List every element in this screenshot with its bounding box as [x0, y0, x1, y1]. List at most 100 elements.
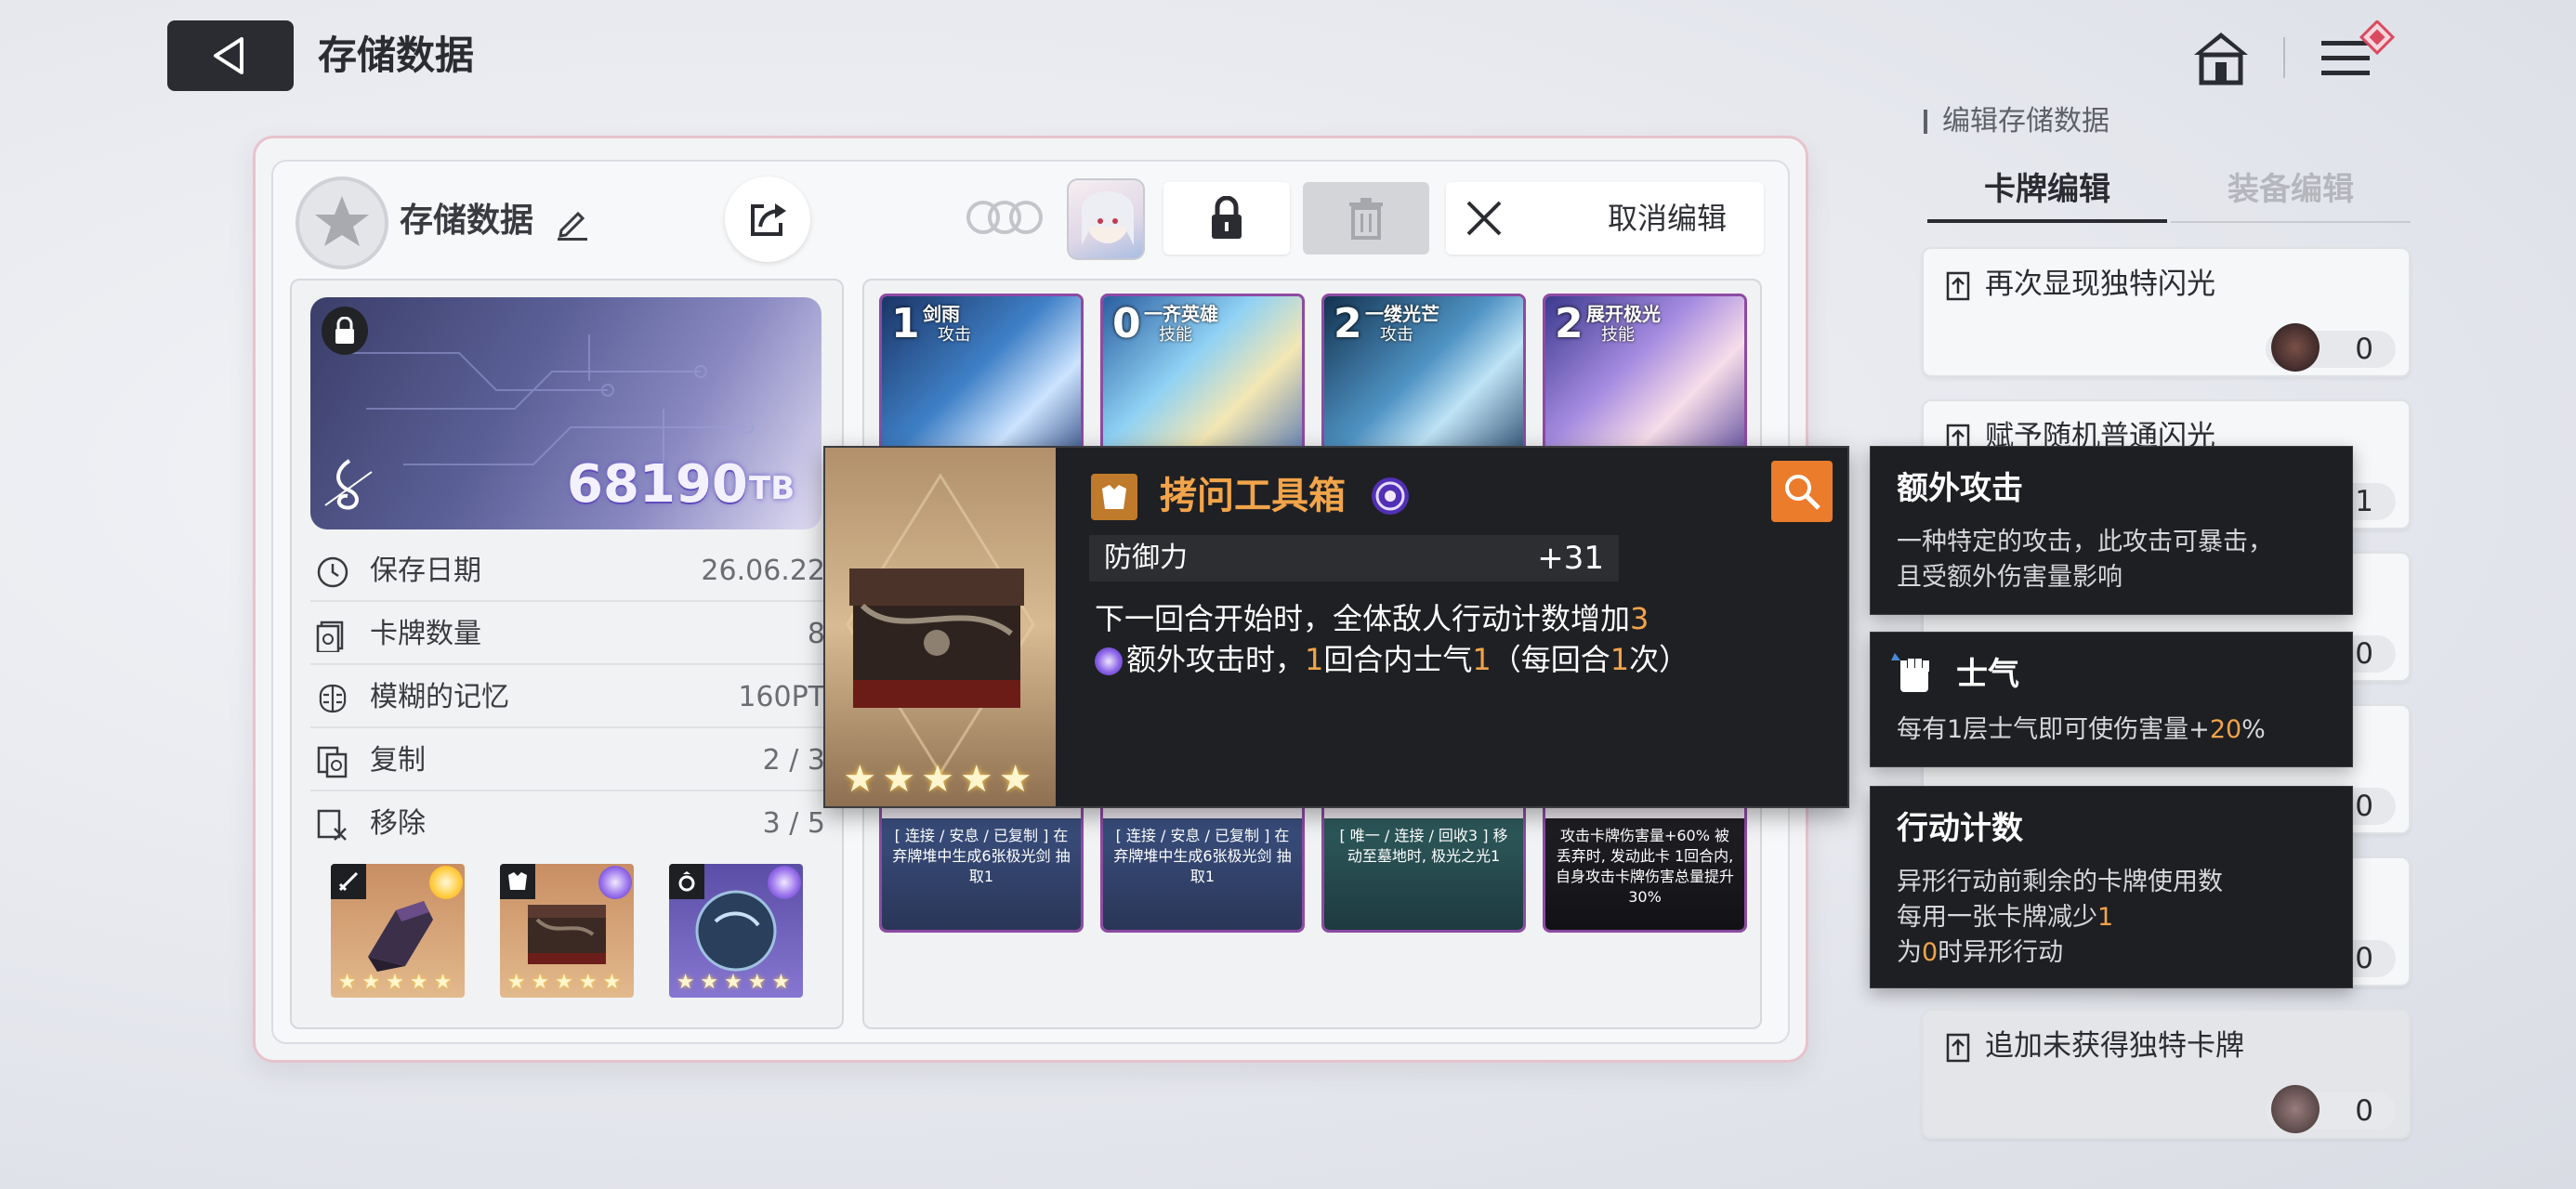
stat-label: 保存日期 [370, 555, 481, 587]
page-title: 存储数据 [318, 33, 475, 78]
back-triangle-icon [214, 37, 243, 74]
section-title-bar [1924, 110, 1927, 134]
search-icon [1785, 475, 1820, 510]
tb-lock-icon [322, 307, 368, 355]
token-avatar [2271, 323, 2320, 372]
item-stat-value: +31 [1537, 540, 1604, 577]
option-count: 0 [2355, 1094, 2373, 1128]
token-avatar [2271, 1085, 2320, 1133]
armor-type-icon [1091, 474, 1137, 520]
option-count: 0 [2355, 333, 2373, 366]
stat-label: 模糊的记忆 [370, 681, 509, 713]
save-emblem [296, 176, 388, 269]
card-type: 攻击 [1380, 325, 1413, 345]
card-description: [ 连接 / 安息 / 已复制 ] 在弃牌堆中生成6张极光剑 抽取1 [1113, 827, 1292, 885]
keyword-text-line: 每用一张卡牌减少1 [1897, 903, 2114, 932]
item-desc-line-2: 额外攻击时，1回合内士气1（每回合1次） [1095, 639, 1820, 680]
option-count: 1 [2355, 485, 2373, 518]
ring-type-icon [669, 864, 704, 899]
keyword-text-line: 且受额外伤害量影响 [1897, 563, 2123, 592]
card-cost: 2 [1334, 300, 1362, 347]
orb-rarity-icon [768, 866, 801, 899]
clock-icon [317, 556, 348, 588]
remove-icon [317, 809, 347, 841]
item-stat-label: 防御力 [1104, 542, 1188, 574]
orb-inline-icon [1095, 647, 1123, 675]
stat-label: 卡牌数量 [370, 618, 481, 650]
menu-button[interactable] [2314, 20, 2398, 95]
card-name: 展开极光 [1586, 303, 1661, 325]
stat-value: 160PT [738, 681, 825, 713]
stat-row-card-count: 卡牌数量 8 [310, 604, 831, 665]
music-note-icon [316, 453, 381, 518]
back-button[interactable] [167, 20, 294, 91]
armor-type-icon [500, 864, 535, 899]
card-cost: 1 [891, 300, 920, 347]
keyword-text-line: 异形行动前剩余的卡牌使用数 [1897, 868, 2223, 896]
card-cost: 2 [1555, 300, 1584, 347]
home-button[interactable] [2184, 20, 2258, 95]
card-option-icon [1946, 1033, 1970, 1063]
tab-equipment-edit[interactable]: 装备编辑 [2171, 163, 2411, 223]
keyword-tooltip-morale: 士气 每有1层士气即可使伤害量+20% [1870, 632, 2353, 767]
orb-rarity-icon [1372, 477, 1409, 515]
card-cost: 0 [1112, 300, 1141, 347]
stat-row-memory: 模糊的记忆 160PT [310, 667, 831, 728]
menu-icon [2321, 20, 2396, 75]
option-count-pill: 0 [2266, 323, 2396, 372]
character-avatar[interactable] [1067, 178, 1145, 260]
option-reveal-unique-flash[interactable]: 再次显现独特闪光 0 [1922, 247, 2411, 377]
share-button[interactable] [725, 176, 810, 262]
stat-value: 26.06.22 [701, 555, 825, 587]
rings-icon [963, 197, 1046, 238]
item-stat-row: 防御力 +31 [1089, 535, 1619, 581]
stat-row-save-date: 保存日期 26.06.22 [310, 541, 831, 602]
pencil-icon [558, 211, 587, 241]
stat-label: 移除 [370, 807, 426, 840]
trash-icon [1349, 198, 1383, 240]
keyword-tooltip-action-count: 行动计数 异形行动前剩余的卡牌使用数 每用一张卡牌减少1 为0时异形行动 [1870, 786, 2353, 988]
keyword-title: 额外攻击 [1897, 470, 2023, 507]
item-stars: ★★★★★ [843, 758, 1038, 801]
card-option-icon [1946, 271, 1970, 301]
lock-button[interactable] [1163, 182, 1290, 255]
keyword-text: 每有1层士气即可使伤害量+20% [1897, 715, 2266, 744]
cancel-edit-button[interactable]: 取消编辑 [1446, 182, 1764, 255]
edit-name-button[interactable] [554, 204, 591, 242]
item-portrait [825, 448, 1056, 806]
card-type: 攻击 [938, 325, 971, 345]
card-count-icon [316, 621, 344, 652]
option-count: 0 [2355, 790, 2373, 823]
stat-value: 2 / 3 [762, 744, 825, 777]
item-search-button[interactable] [1771, 461, 1833, 522]
tab-card-edit[interactable]: 卡牌编辑 [1927, 163, 2167, 223]
card-description: [ 唯一 / 连接 / 回收3 ] 移动至墓地时, 极光之光1 [1339, 827, 1508, 865]
option-count-pill: 0 [2266, 1085, 2396, 1133]
equipment-weapon[interactable]: ★★★★★ [331, 864, 465, 998]
option-count: 0 [2355, 637, 2373, 671]
option-count: 0 [2355, 942, 2373, 975]
card-description: [ 连接 / 安息 / 已复制 ] 在弃牌堆中生成6张极光剑 抽取1 [892, 827, 1071, 885]
equipment-stars: ★★★★★ [506, 971, 627, 994]
card-description: 攻击卡牌伤害量+60% 被丢弃时, 发动此卡 1回合内, 自身攻击卡牌伤害总量提… [1555, 827, 1734, 906]
item-description: 下一回合开始时，全体敌人行动计数增加3 额外攻击时，1回合内士气1（每回合1次） [1095, 598, 1820, 680]
stat-label: 复制 [370, 744, 426, 777]
tb-unit: TB [749, 470, 795, 507]
close-icon [1466, 201, 1502, 236]
equipment-stars: ★★★★★ [676, 971, 796, 994]
equipment-accessory[interactable]: ★★★★★ [669, 864, 803, 998]
option-add-unobtained-unique-card[interactable]: 追加未获得独特卡牌 0 [1922, 1009, 2411, 1139]
equipment-armor[interactable]: ★★★★★ [500, 864, 634, 998]
option-label: 追加未获得独特卡牌 [1985, 1029, 2244, 1063]
star-emblem-icon [315, 196, 369, 246]
top-divider [2283, 37, 2285, 78]
delete-button[interactable] [1303, 182, 1429, 255]
sun-rarity-icon [429, 866, 463, 899]
orb-rarity-icon [598, 866, 632, 899]
option-label: 再次显现独特闪光 [1985, 268, 2215, 301]
item-desc-line-1: 下一回合开始时，全体敌人行动计数增加3 [1095, 601, 1649, 636]
brain-icon [319, 684, 347, 713]
home-icon [2194, 33, 2248, 85]
share-icon [751, 203, 786, 236]
equipment-stars: ★★★★★ [337, 971, 458, 994]
